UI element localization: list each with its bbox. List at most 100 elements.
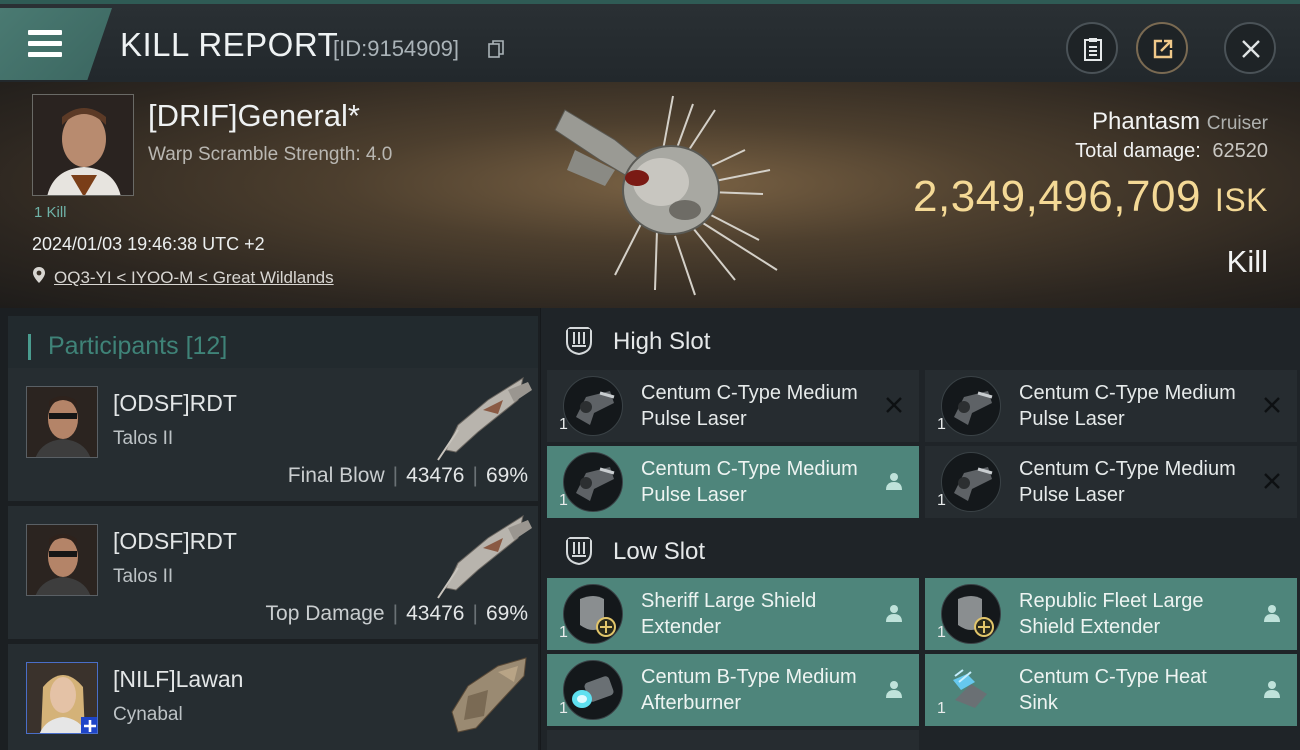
person-icon: [886, 473, 902, 490]
person-icon: [886, 681, 902, 698]
warp-scramble-strength: Warp Scramble Strength: 4.0: [148, 144, 393, 165]
menu-icon-bar: [28, 52, 62, 57]
afterburner-icon: [563, 660, 623, 720]
module-name: Sheriff Large Shield Extender: [641, 590, 817, 638]
participant-stats: Final Blow | 43476 | 69%: [288, 464, 528, 488]
participant-row[interactable]: [ODSF]RDT Talos II Final Blow | 43476 | 69%: [8, 368, 538, 502]
slot-icon: [566, 327, 592, 356]
participant-percent: 69%: [485, 464, 528, 487]
fitting-panel: High Slot 1 Centum C-Type Medium Pulse L…: [541, 308, 1300, 750]
module-quantity: 1: [559, 624, 568, 641]
share-icon: [1153, 39, 1173, 59]
participant-avatar-image: [27, 525, 97, 595]
participant-role: Final Blow: [287, 464, 385, 487]
module-item[interactable]: 1 Centum B-Type Medium Afterburner: [547, 654, 919, 726]
report-id: [ID:9154909]: [333, 36, 459, 61]
low-slot-title: Low Slot: [613, 538, 706, 565]
avatar[interactable]: [26, 662, 98, 734]
close-icon: [1242, 40, 1260, 58]
module-name: Centum C-Type Medium Pulse Laser: [1019, 458, 1236, 506]
participant-name[interactable]: [NILF]Lawan: [113, 666, 243, 693]
kill-result: Kill: [1226, 244, 1268, 279]
share-button[interactable]: [1136, 22, 1188, 74]
module-quantity: 1: [937, 700, 946, 717]
ship-name[interactable]: Phantasm Cruiser: [1092, 108, 1268, 136]
total-damage-value: 62520: [1212, 140, 1268, 162]
x-icon: [1264, 473, 1280, 489]
low-slot-header: Low Slot: [541, 518, 1300, 580]
clipboard-icon: [1084, 38, 1102, 61]
isk-value: 2,349,496,709 ISK: [913, 172, 1268, 222]
pulse-laser-icon: [941, 452, 1001, 512]
x-icon: [1264, 397, 1280, 413]
menu-icon: [28, 30, 62, 35]
divider: |: [472, 602, 478, 625]
high-slot-header: High Slot: [541, 308, 1300, 370]
module-quantity: 1: [937, 416, 946, 433]
pulse-laser-icon: [563, 452, 623, 512]
heat-sink-icon: [941, 660, 1001, 720]
shield-extender-icon: [941, 584, 1001, 644]
participant-ship: Talos II: [113, 428, 174, 449]
victim-avatar-image: [33, 95, 133, 195]
participants-title: Participants [12]: [48, 332, 227, 361]
module-item[interactable]: 1 Centum C-Type Medium Pulse Laser: [547, 370, 919, 442]
ship-class: Cruiser: [1206, 113, 1268, 134]
module-item[interactable]: 1 Sheriff Large Shield Extender: [547, 578, 919, 650]
menu-button[interactable]: [0, 8, 112, 80]
x-icon: [886, 397, 902, 413]
participant-ship-image: [437, 514, 532, 599]
isk-unit: ISK: [1214, 182, 1268, 218]
module-name: Centum C-Type Medium Pulse Laser: [641, 382, 858, 430]
module-name: Centum C-Type Heat Sink: [1019, 666, 1207, 714]
copy-icon[interactable]: [488, 40, 504, 58]
header-bar: KILL REPORT [ID:9154909]: [0, 0, 1300, 82]
module-name: Centum C-Type Medium Pulse Laser: [641, 458, 858, 506]
clipboard-button[interactable]: [1066, 22, 1118, 74]
victim-ship-image[interactable]: [545, 90, 785, 300]
divider: |: [392, 464, 399, 487]
participants-panel: Participants [12] [ODSF]RDT Talos II Fin…: [0, 308, 540, 750]
person-icon: [1264, 681, 1280, 698]
isk-amount: 2,349,496,709: [913, 172, 1201, 221]
participant-stats: Top Damage | 43476 | 69%: [266, 602, 528, 626]
slot-icon: [566, 537, 592, 566]
person-icon: [1264, 605, 1280, 622]
module-item[interactable]: 1 Centum C-Type Medium Pulse Laser: [925, 370, 1297, 442]
participant-ship-image: [451, 657, 527, 733]
participants-title-text: Participants: [48, 332, 179, 360]
module-name: Centum B-Type Medium Afterburner: [641, 666, 857, 714]
total-damage: Total damage: 62520: [1075, 140, 1268, 163]
module-item[interactable]: 1 Republic Fleet Large Shield Extender: [925, 578, 1297, 650]
pulse-laser-icon: [563, 376, 623, 436]
shield-extender-icon: [563, 584, 623, 644]
module-item[interactable]: 1 Centum C-Type Medium Pulse Laser: [925, 446, 1297, 518]
close-button[interactable]: [1224, 22, 1276, 74]
total-damage-label: Total damage:: [1075, 140, 1201, 162]
participant-name[interactable]: [ODSF]RDT: [113, 528, 237, 555]
module-item[interactable]: 1 Centum C-Type Medium Pulse Laser: [547, 446, 919, 518]
module-item[interactable]: 1 Centum C-Type Heat Sink: [925, 654, 1297, 726]
avatar[interactable]: [26, 386, 98, 458]
participants-header[interactable]: Participants [12]: [8, 316, 538, 372]
victim-name[interactable]: [DRIF]General*: [148, 98, 360, 134]
page-title: KILL REPORT: [120, 26, 339, 63]
victim-summary: [DRIF]General* Warp Scramble Strength: 4…: [0, 82, 1300, 308]
victim-portrait[interactable]: [32, 94, 134, 196]
participant-row[interactable]: [ODSF]RDT Talos II Top Damage | 43476 | 69%: [8, 506, 538, 640]
module-item-partial[interactable]: [547, 730, 919, 750]
avatar[interactable]: [26, 524, 98, 596]
location-pin-icon: [33, 267, 45, 283]
participant-ship: Cynabal: [113, 704, 183, 725]
participant-ship: Talos II: [113, 566, 174, 587]
participant-row[interactable]: [NILF]Lawan Cynabal: [8, 644, 538, 750]
participant-ship-image: [437, 376, 532, 461]
ship-name-text: Phantasm: [1092, 108, 1201, 135]
module-quantity: 1: [559, 492, 568, 509]
module-name: Centum C-Type Medium Pulse Laser: [1019, 382, 1236, 430]
participants-accent: [28, 334, 31, 360]
module-quantity: 1: [559, 416, 568, 433]
divider: |: [392, 602, 399, 625]
location-link[interactable]: OQ3-YI < IYOO-M < Great Wildlands: [54, 268, 334, 288]
participant-name[interactable]: [ODSF]RDT: [113, 390, 237, 417]
